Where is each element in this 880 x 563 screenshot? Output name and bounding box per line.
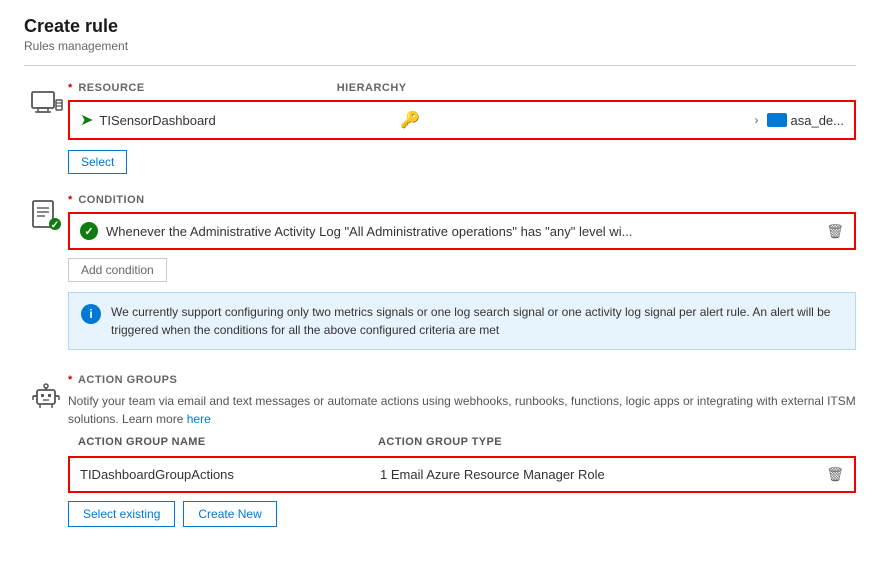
required-star: * [68,82,73,94]
resource-icon [24,86,68,122]
resource-section: * RESOURCE HIERARCHY ➤ TISensorDashboard [24,82,856,174]
required-star-cond: * [68,194,73,206]
page-container: Create rule Rules management * RESOURCE [0,0,880,563]
select-existing-button[interactable]: Select existing [68,501,175,527]
action-groups-label: * ACTION GROUPS [68,374,856,386]
action-groups-icon-svg [28,378,64,414]
add-condition-button[interactable]: Add condition [68,258,167,282]
create-new-button[interactable]: Create New [183,501,276,527]
required-star-ag: * [68,374,73,386]
resource-green-icon: ➤ [80,110,93,130]
condition-section: ✓ * CONDITION Whenever the Administrativ… [24,194,856,354]
info-box: i We currently support configuring only … [68,292,856,350]
trash-icon-condition[interactable]: 🗑 [826,223,844,240]
action-group-name: TIDashboardGroupActions [80,467,380,482]
condition-content: * CONDITION Whenever the Administrative … [68,194,856,354]
green-check-icon [80,222,98,240]
condition-row: Whenever the Administrative Activity Log… [68,212,856,250]
key-icon: 🔑 [400,110,420,130]
resource-hierarchy: 🔑 › asa_de... [400,110,844,130]
action-groups-section: * ACTION GROUPS Notify your team via ema… [24,374,856,527]
action-group-type: 1 Email Azure Resource Manager Role [380,467,818,482]
trash-icon-action[interactable]: 🗑 [826,466,844,483]
resource-label: * RESOURCE HIERARCHY [68,82,856,94]
resource-icon-svg [28,86,64,122]
condition-text: Whenever the Administrative Activity Log… [80,222,818,240]
resource-name: ➤ TISensorDashboard [80,110,400,130]
action-groups-icon [24,378,68,414]
action-groups-desc: Notify your team via email and text mess… [68,392,856,428]
chevron-icon: › [755,113,759,127]
page-subtitle: Rules management [24,39,856,53]
action-groups-content: * ACTION GROUPS Notify your team via ema… [68,374,856,527]
page-title: Create rule [24,16,856,37]
condition-icon: ✓ [24,198,68,232]
col-name-header: ACTION GROUP NAME [78,436,378,448]
resource-content: * RESOURCE HIERARCHY ➤ TISensorDashboard [68,82,856,174]
condition-label: * CONDITION [68,194,856,206]
col-type-header: ACTION GROUP TYPE [378,436,846,448]
asa-item: asa_de... [767,113,845,128]
select-button[interactable]: Select [68,150,127,174]
divider [24,65,856,66]
resource-row: ➤ TISensorDashboard 🔑 › asa_de... [68,100,856,140]
button-row: Select existing Create New [68,501,856,527]
svg-text:✓: ✓ [51,220,59,231]
asa-icon [767,113,787,127]
table-headers: ACTION GROUP NAME ACTION GROUP TYPE [68,432,856,452]
action-group-row: TIDashboardGroupActions 1 Email Azure Re… [68,456,856,493]
condition-icon-svg: ✓ [29,198,63,232]
learn-more-link[interactable]: here [187,412,211,426]
info-icon: i [81,304,101,324]
